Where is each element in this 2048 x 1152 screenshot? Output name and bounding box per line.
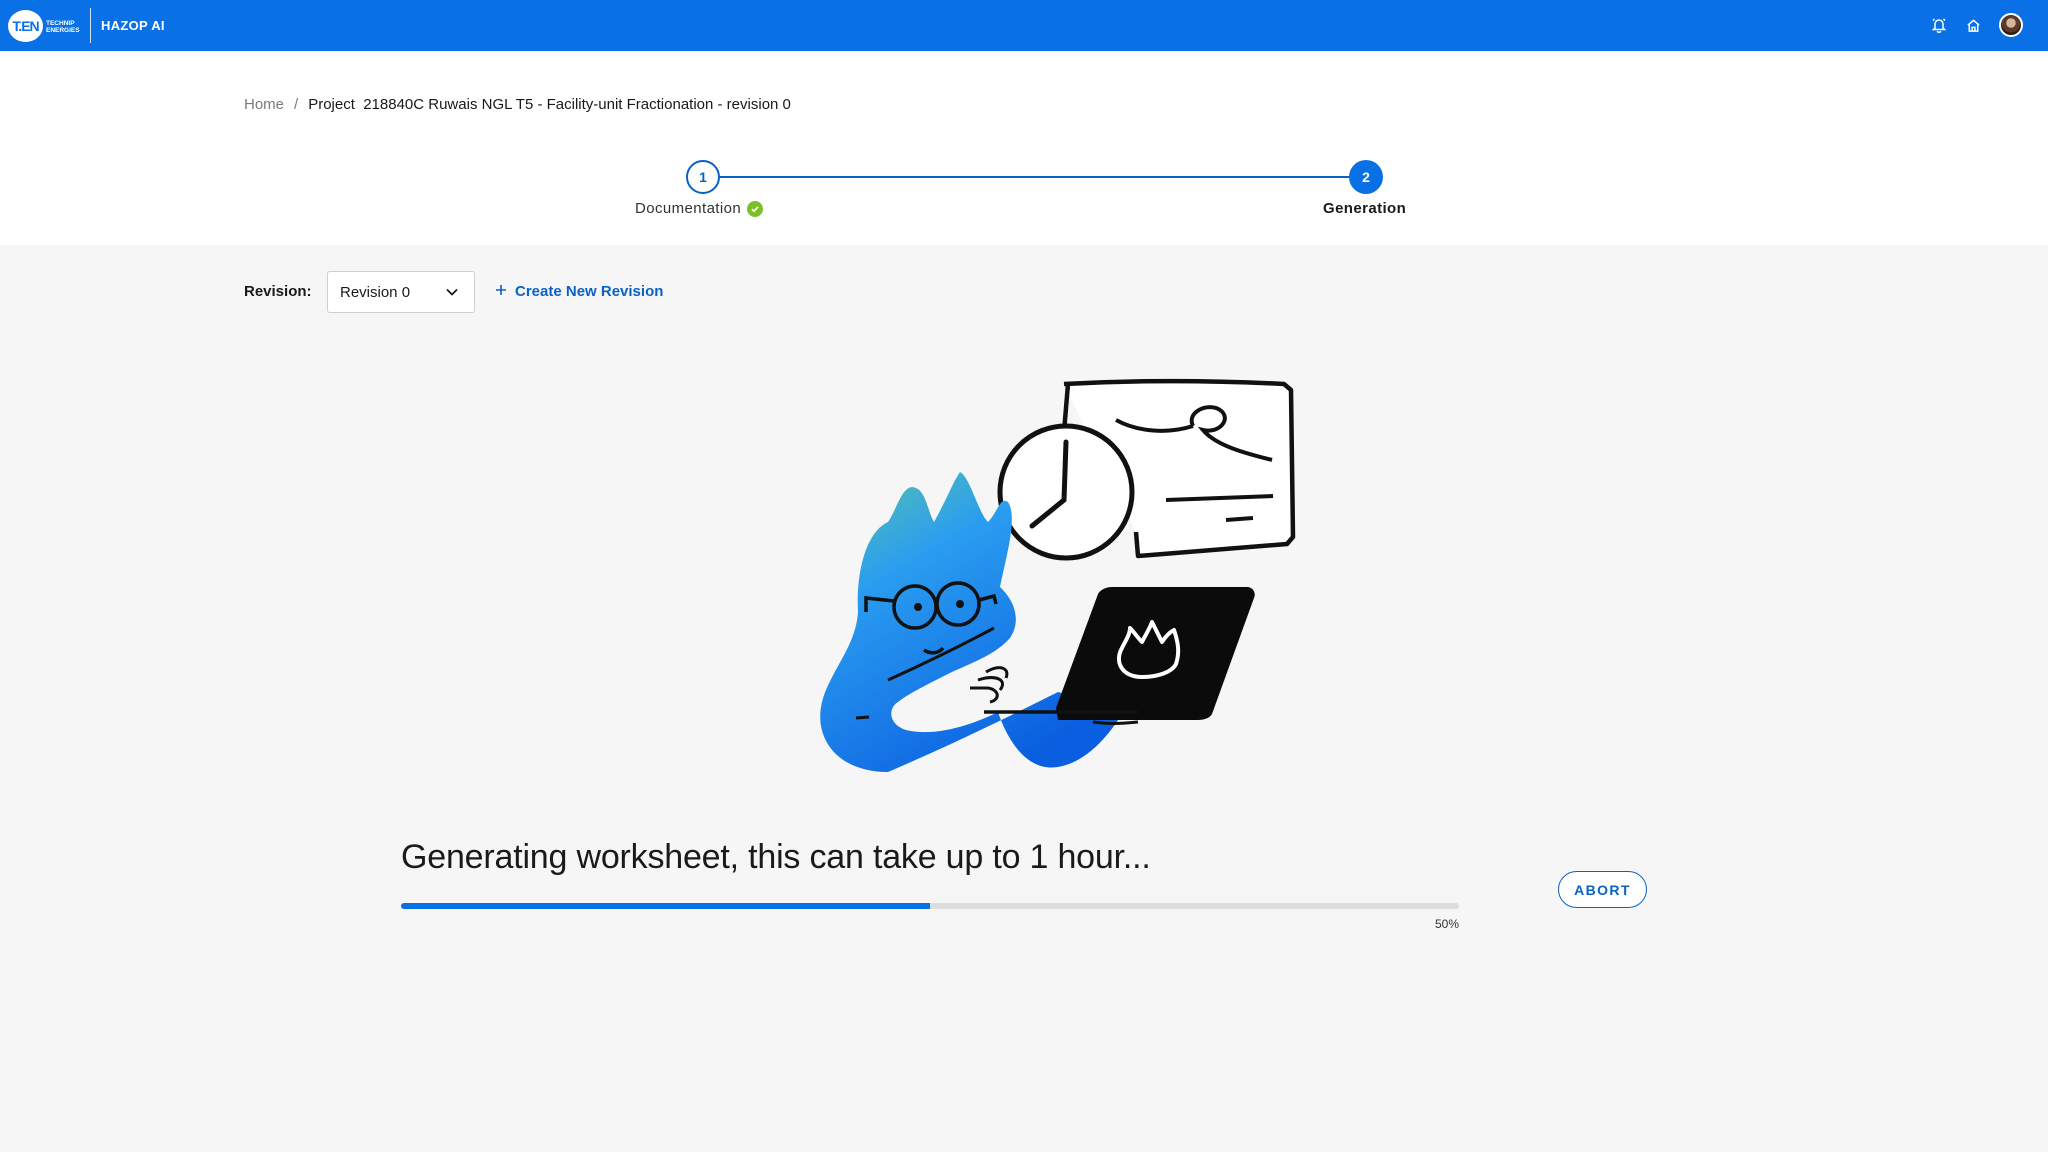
step-1-documentation[interactable]: 1 (686, 160, 720, 194)
logo-divider (90, 8, 91, 43)
chevron-down-icon (444, 284, 460, 304)
breadcrumb-home-link[interactable]: Home (244, 96, 284, 113)
progress-percent: 50% (1434, 917, 1459, 931)
step-1-label: Documentation (635, 200, 764, 217)
breadcrumb: Home / Project 218840C Ruwais NGL T5 - F… (244, 96, 791, 113)
company-logo-subtext: TECHNIP ENERGIES (46, 20, 80, 34)
check-icon (747, 200, 764, 217)
page-header (0, 51, 2048, 245)
app-title[interactable]: HAZOP AI (101, 18, 165, 33)
create-new-revision-button[interactable]: Create New Revision (495, 283, 663, 300)
working-mascot-illustration (820, 378, 1296, 772)
company-logo[interactable]: T.EN (8, 10, 43, 42)
breadcrumb-current-project: Project 218840C Ruwais NGL T5 - Facility… (308, 96, 791, 113)
stepper-connector-line (719, 176, 1351, 178)
revision-label: Revision: (244, 283, 312, 300)
progress-bar-fill (401, 903, 930, 909)
breadcrumb-separator: / (294, 96, 299, 113)
abort-button[interactable]: ABORT (1558, 871, 1647, 908)
revision-select[interactable]: Revision 0 (327, 271, 475, 313)
progress-message: Generating worksheet, this can take up t… (401, 838, 1151, 876)
progress-bar (401, 903, 1459, 909)
top-navigation-bar: T.EN TECHNIP ENERGIES HAZOP AI (0, 0, 2048, 51)
step-2-label: Generation (1323, 200, 1407, 217)
bell-icon[interactable] (1928, 14, 1950, 36)
plus-icon (495, 283, 507, 300)
step-2-generation[interactable]: 2 (1349, 160, 1383, 194)
create-new-revision-label: Create New Revision (515, 283, 664, 300)
revision-select-value: Revision 0 (340, 283, 411, 301)
user-avatar[interactable] (1999, 13, 2023, 37)
home-icon[interactable] (1962, 14, 1984, 36)
